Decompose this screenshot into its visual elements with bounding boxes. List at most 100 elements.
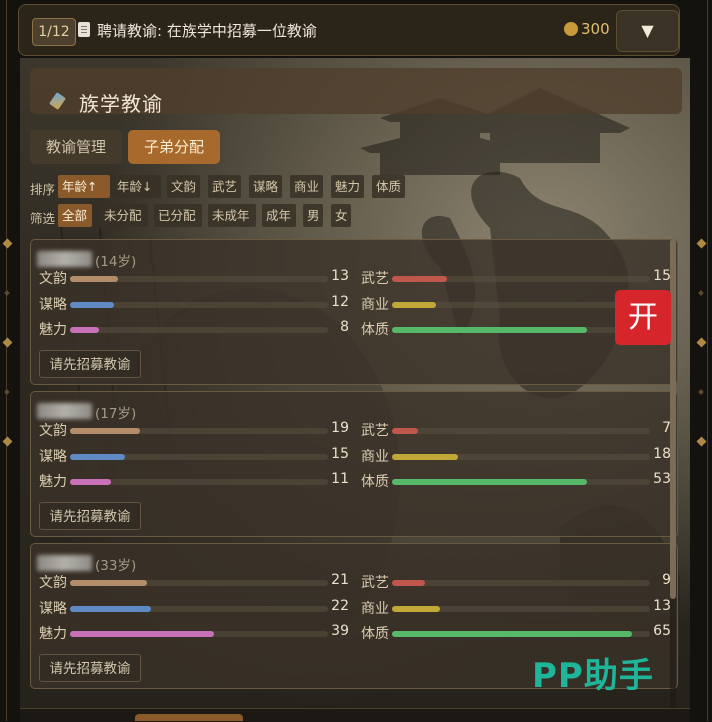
stat-bar-fill bbox=[392, 479, 587, 485]
sort-age-asc[interactable]: 年龄↑ bbox=[58, 175, 110, 198]
sort-martial[interactable]: 武艺 bbox=[208, 175, 241, 198]
panel-title: 族学教谕 bbox=[79, 92, 163, 116]
stat-value: 13 bbox=[653, 598, 671, 614]
stat-label-literature: 文韵 bbox=[39, 423, 67, 439]
right-ornament bbox=[696, 238, 708, 489]
stat-value: 15 bbox=[653, 268, 671, 284]
recruit-tutor-button[interactable]: 请先招募教谕 bbox=[39, 654, 141, 682]
stat-label-martial: 武艺 bbox=[361, 271, 389, 287]
student-age: (17岁) bbox=[95, 406, 137, 422]
sort-literature[interactable]: 文韵 bbox=[167, 175, 200, 198]
stat-bar-fill bbox=[392, 631, 632, 637]
stat-value: 65 bbox=[653, 623, 671, 639]
stat-label-physique: 体质 bbox=[361, 626, 389, 642]
stat-bar-fill bbox=[70, 276, 118, 282]
student-card[interactable]: (14岁) 文韵 13 谋略 12 魅力 8 武艺 15 商业 体质 请先招募教谕 bbox=[30, 239, 678, 385]
student-name-blurred bbox=[37, 403, 92, 419]
stat-label-physique: 体质 bbox=[361, 474, 389, 490]
recruit-tutor-button[interactable]: 请先招募教谕 bbox=[39, 502, 141, 530]
filter-unassigned[interactable]: 未分配 bbox=[100, 204, 148, 227]
stat-bar-fill bbox=[392, 327, 587, 333]
filter-minor[interactable]: 未成年 bbox=[208, 204, 256, 227]
stat-bar-track bbox=[392, 276, 650, 282]
stat-bar-track bbox=[392, 428, 650, 434]
filter-female[interactable]: 女 bbox=[331, 204, 351, 227]
stat-bar-track bbox=[70, 428, 328, 434]
task-dropdown-button[interactable]: ▼ bbox=[616, 10, 679, 52]
sort-physique[interactable]: 体质 bbox=[372, 175, 405, 198]
stat-bar-fill bbox=[70, 302, 114, 308]
coin-amount: 300 bbox=[581, 20, 610, 38]
stat-bar-track bbox=[392, 606, 650, 612]
stat-bar-fill bbox=[70, 454, 125, 460]
stat-label-charm: 魅力 bbox=[39, 322, 67, 338]
tab-tutor-management[interactable]: 教谕管理 bbox=[30, 130, 122, 164]
sort-age-desc[interactable]: 年龄↓ bbox=[113, 175, 161, 198]
writing-brush-icon bbox=[48, 92, 67, 110]
recruit-tutor-button[interactable]: 请先招募教谕 bbox=[39, 350, 141, 378]
sort-strategy[interactable]: 谋略 bbox=[249, 175, 282, 198]
bottom-strip bbox=[20, 708, 690, 722]
stat-bar-track bbox=[70, 454, 328, 460]
stat-bar-fill bbox=[70, 327, 99, 333]
stat-bar-fill bbox=[70, 428, 140, 434]
stat-bar-track bbox=[392, 454, 650, 460]
stat-label-literature: 文韵 bbox=[39, 575, 67, 591]
stat-bar-track bbox=[70, 276, 328, 282]
coin-reward: 300 bbox=[564, 20, 610, 38]
tab-student-assignment[interactable]: 子弟分配 bbox=[128, 130, 220, 164]
stat-bar-fill bbox=[70, 631, 214, 637]
stat-value: 7 bbox=[662, 420, 671, 436]
stat-bar-track bbox=[70, 479, 328, 485]
scroll-icon bbox=[78, 22, 90, 37]
open-floating-button[interactable]: 开 bbox=[615, 290, 671, 345]
stat-bar-fill bbox=[392, 428, 418, 434]
student-name-blurred bbox=[37, 555, 92, 571]
sort-charm[interactable]: 魅力 bbox=[331, 175, 364, 198]
stat-bar-track bbox=[392, 631, 650, 637]
student-age: (14岁) bbox=[95, 254, 137, 270]
stat-label-charm: 魅力 bbox=[39, 626, 67, 642]
stat-bar-track bbox=[392, 327, 650, 333]
task-bar[interactable]: 1/12 聘请教谕: 在族学中招募一位教谕 300 ▼ bbox=[18, 4, 680, 56]
filter-male[interactable]: 男 bbox=[303, 204, 323, 227]
stat-label-martial: 武艺 bbox=[361, 575, 389, 591]
stat-bar-fill bbox=[70, 580, 147, 586]
stat-bar-fill bbox=[392, 580, 425, 586]
sort-label: 排序 bbox=[30, 182, 56, 197]
stat-bar-track bbox=[392, 580, 650, 586]
stat-value: 18 bbox=[653, 446, 671, 462]
student-name-blurred bbox=[37, 251, 92, 267]
stat-label-charm: 魅力 bbox=[39, 474, 67, 490]
stat-label-strategy: 谋略 bbox=[39, 449, 67, 465]
stat-value: 8 bbox=[340, 319, 349, 335]
stat-bar-track bbox=[392, 302, 650, 308]
student-age: (33岁) bbox=[95, 558, 137, 574]
stat-value: 9 bbox=[662, 572, 671, 588]
stat-bar-track bbox=[392, 479, 650, 485]
money-bag-icon bbox=[564, 22, 578, 36]
sort-commerce[interactable]: 商业 bbox=[290, 175, 323, 198]
stat-value: 19 bbox=[331, 420, 349, 436]
watermark-text: PP助手 bbox=[532, 656, 654, 696]
student-card[interactable]: (17岁) 文韵 19 谋略 15 魅力 11 武艺 7 商业 18 体质 53 请先招募教谕 bbox=[30, 391, 678, 537]
stat-bar-track bbox=[70, 302, 328, 308]
filter-all[interactable]: 全部 bbox=[58, 204, 92, 227]
filter-adult[interactable]: 成年 bbox=[262, 204, 296, 227]
stat-value: 12 bbox=[331, 294, 349, 310]
stat-value: 13 bbox=[331, 268, 349, 284]
stat-label-literature: 文韵 bbox=[39, 271, 67, 287]
stat-value: 53 bbox=[653, 471, 671, 487]
stat-value: 15 bbox=[331, 446, 349, 462]
filter-assigned[interactable]: 已分配 bbox=[154, 204, 202, 227]
stat-value: 21 bbox=[331, 572, 349, 588]
stat-value: 22 bbox=[331, 598, 349, 614]
school-panel: 族学教谕 教谕管理 子弟分配 排序 年龄↑ 年龄↓ 文韵 武艺 谋略 商业 魅力… bbox=[20, 58, 690, 721]
bottom-tab-indicator[interactable] bbox=[135, 714, 243, 721]
stat-bar-track bbox=[70, 580, 328, 586]
stat-bar-fill bbox=[70, 479, 111, 485]
stat-bar-fill bbox=[392, 302, 436, 308]
left-ornament bbox=[2, 238, 14, 489]
stat-label-strategy: 谋略 bbox=[39, 601, 67, 617]
stat-bar-track bbox=[70, 606, 328, 612]
